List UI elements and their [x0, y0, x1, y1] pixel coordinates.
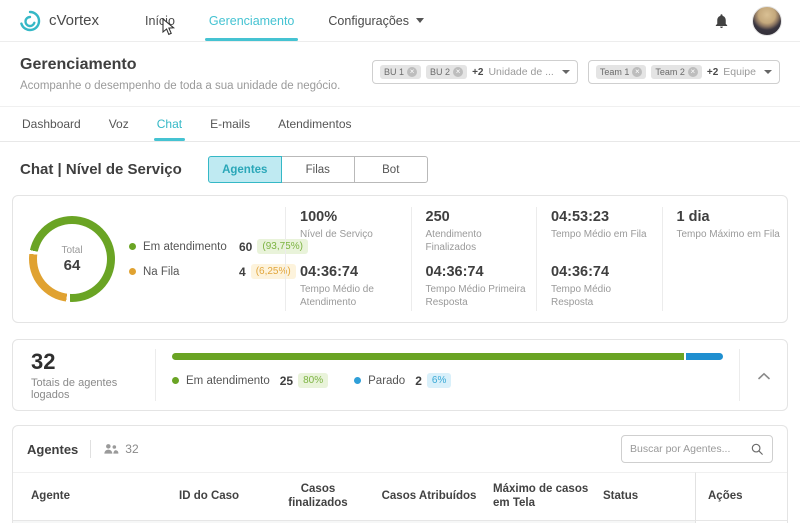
tab-voz[interactable]: Voz [109, 107, 129, 141]
agents-table-card: Agentes 32 Agente ID do Caso Casos final… [12, 425, 788, 523]
bar-legend-item: Parado 2 6% [354, 373, 451, 388]
col-header-id-caso: ID do Caso [173, 472, 265, 521]
agents-summary-card: 32 Totais de agentes logados Em atendime… [12, 339, 788, 411]
nav-item-configuracoes[interactable]: Configurações [328, 0, 424, 41]
filter-chip: BU 1 × [380, 65, 421, 79]
close-icon[interactable]: × [453, 67, 463, 77]
col-header-acoes: Ações [695, 472, 788, 521]
orange-dot-icon [129, 268, 136, 275]
stat-tempo-maximo-fila: 1 dia Tempo Máximo em Fila [677, 209, 782, 241]
bar-legend-item: Em atendimento 25 80% [172, 373, 328, 388]
brand: cVortex [18, 9, 99, 33]
segment-agentes[interactable]: Agentes [208, 156, 282, 183]
agents-group-icon [103, 443, 119, 455]
col-header-casos-atribuidos: Casos Atribuídos [371, 472, 487, 521]
stat-nivel-servico: 100% Nível de Serviço [300, 209, 405, 241]
user-avatar[interactable] [752, 6, 782, 36]
page-subtitle: Acompanhe o desempenho de toda a sua uni… [20, 80, 340, 92]
blue-dot-icon [354, 377, 361, 384]
close-icon[interactable]: × [688, 67, 698, 77]
percent-badge: 6% [427, 373, 451, 388]
chevron-up-icon [758, 372, 770, 380]
chevron-down-icon [562, 70, 570, 74]
tab-emails[interactable]: E-mails [210, 107, 250, 141]
donut-legend-item: Na Fila 4 (6,25%) [129, 264, 308, 279]
col-header-casos-finalizados: Casos finalizados [265, 472, 371, 521]
agents-total: 32 [31, 349, 155, 375]
service-level-card: Total 64 Em atendimento 60 (93,75%) Na F… [12, 195, 788, 323]
col-header-maximo-casos: Máximo de casos em Tela [487, 472, 597, 521]
close-icon[interactable]: × [407, 67, 417, 77]
agents-table: Agente ID do Caso Casos finalizados Caso… [13, 472, 787, 523]
filter-more-count: +2 [472, 67, 483, 78]
service-donut-chart: Total 64 [29, 216, 115, 302]
top-navbar: cVortex Início Gerenciamento Configuraçõ… [0, 0, 800, 42]
filter-more-count: +2 [707, 67, 718, 78]
table-title: Agentes [27, 442, 78, 457]
tab-atendimentos[interactable]: Atendimentos [278, 107, 351, 141]
stat-tempo-medio-primeira-resposta: 04:36:74 Tempo Médio Primeira Resposta [426, 264, 531, 309]
cvortex-logo-icon [18, 9, 42, 33]
business-unit-filter[interactable]: BU 1 × BU 2 × +2 Unidade de ... [372, 60, 578, 84]
segment-bot[interactable]: Bot [354, 156, 428, 183]
brand-name: cVortex [49, 12, 99, 29]
collapse-card-button[interactable] [754, 364, 774, 387]
chevron-down-icon [764, 70, 772, 74]
section-title: Chat | Nível de Serviço [20, 161, 182, 178]
divider [90, 440, 91, 458]
stat-atendimento-finalizados: 250 Atendimento Finalizados [426, 209, 531, 254]
tab-chat[interactable]: Chat [157, 107, 182, 141]
col-header-agente: Agente [13, 472, 173, 521]
notifications-bell-icon[interactable] [713, 12, 730, 30]
tab-dashboard[interactable]: Dashboard [22, 107, 81, 141]
col-header-status: Status [597, 472, 695, 521]
mouse-cursor-icon [162, 18, 176, 41]
stat-tempo-medio-resposta: 04:36:74 Tempo Médio Resposta [551, 264, 656, 309]
search-input[interactable] [630, 443, 750, 455]
filter-chip: Team 1 × [596, 65, 647, 79]
agents-search [621, 435, 773, 463]
stat-tempo-medio-fila: 04:53:23 Tempo Médio em Fila [551, 209, 656, 241]
donut-center-value: 64 [64, 257, 81, 274]
page-title: Gerenciamento [20, 56, 340, 74]
segment-filas[interactable]: Filas [281, 156, 355, 183]
bar-segment-parado [686, 353, 723, 360]
page-header: Gerenciamento Acompanhe o desempenho de … [0, 42, 800, 107]
donut-legend-item: Em atendimento 60 (93,75%) [129, 239, 308, 254]
filter-placeholder: Equipe [723, 66, 756, 78]
table-agent-count: 32 [125, 442, 138, 456]
team-filter[interactable]: Team 1 × Team 2 × +2 Equipe [588, 60, 780, 84]
chevron-down-icon [416, 18, 424, 23]
filter-chip: BU 2 × [426, 65, 467, 79]
filter-chip: Team 2 × [651, 65, 702, 79]
green-dot-icon [129, 243, 136, 250]
agents-status-bar-chart [172, 353, 723, 360]
nav-item-gerenciamento[interactable]: Gerenciamento [209, 0, 294, 41]
close-icon[interactable]: × [632, 67, 642, 77]
green-dot-icon [172, 377, 179, 384]
agents-total-label: Totais de agentes logados [31, 377, 155, 401]
main-nav: Início Gerenciamento Configurações [145, 0, 424, 41]
dashboard-tabs: Dashboard Voz Chat E-mails Atendimentos [0, 107, 800, 142]
stat-tempo-medio-atendimento: 04:36:74 Tempo Médio de Atendimento [300, 264, 405, 309]
donut-center-label: Total [61, 245, 82, 256]
search-icon[interactable] [750, 442, 764, 456]
percent-badge: 80% [298, 373, 328, 388]
filter-placeholder: Unidade de ... [488, 66, 553, 78]
view-segmented-control: Agentes Filas Bot [208, 156, 428, 183]
bar-segment-em-atendimento [172, 353, 684, 360]
